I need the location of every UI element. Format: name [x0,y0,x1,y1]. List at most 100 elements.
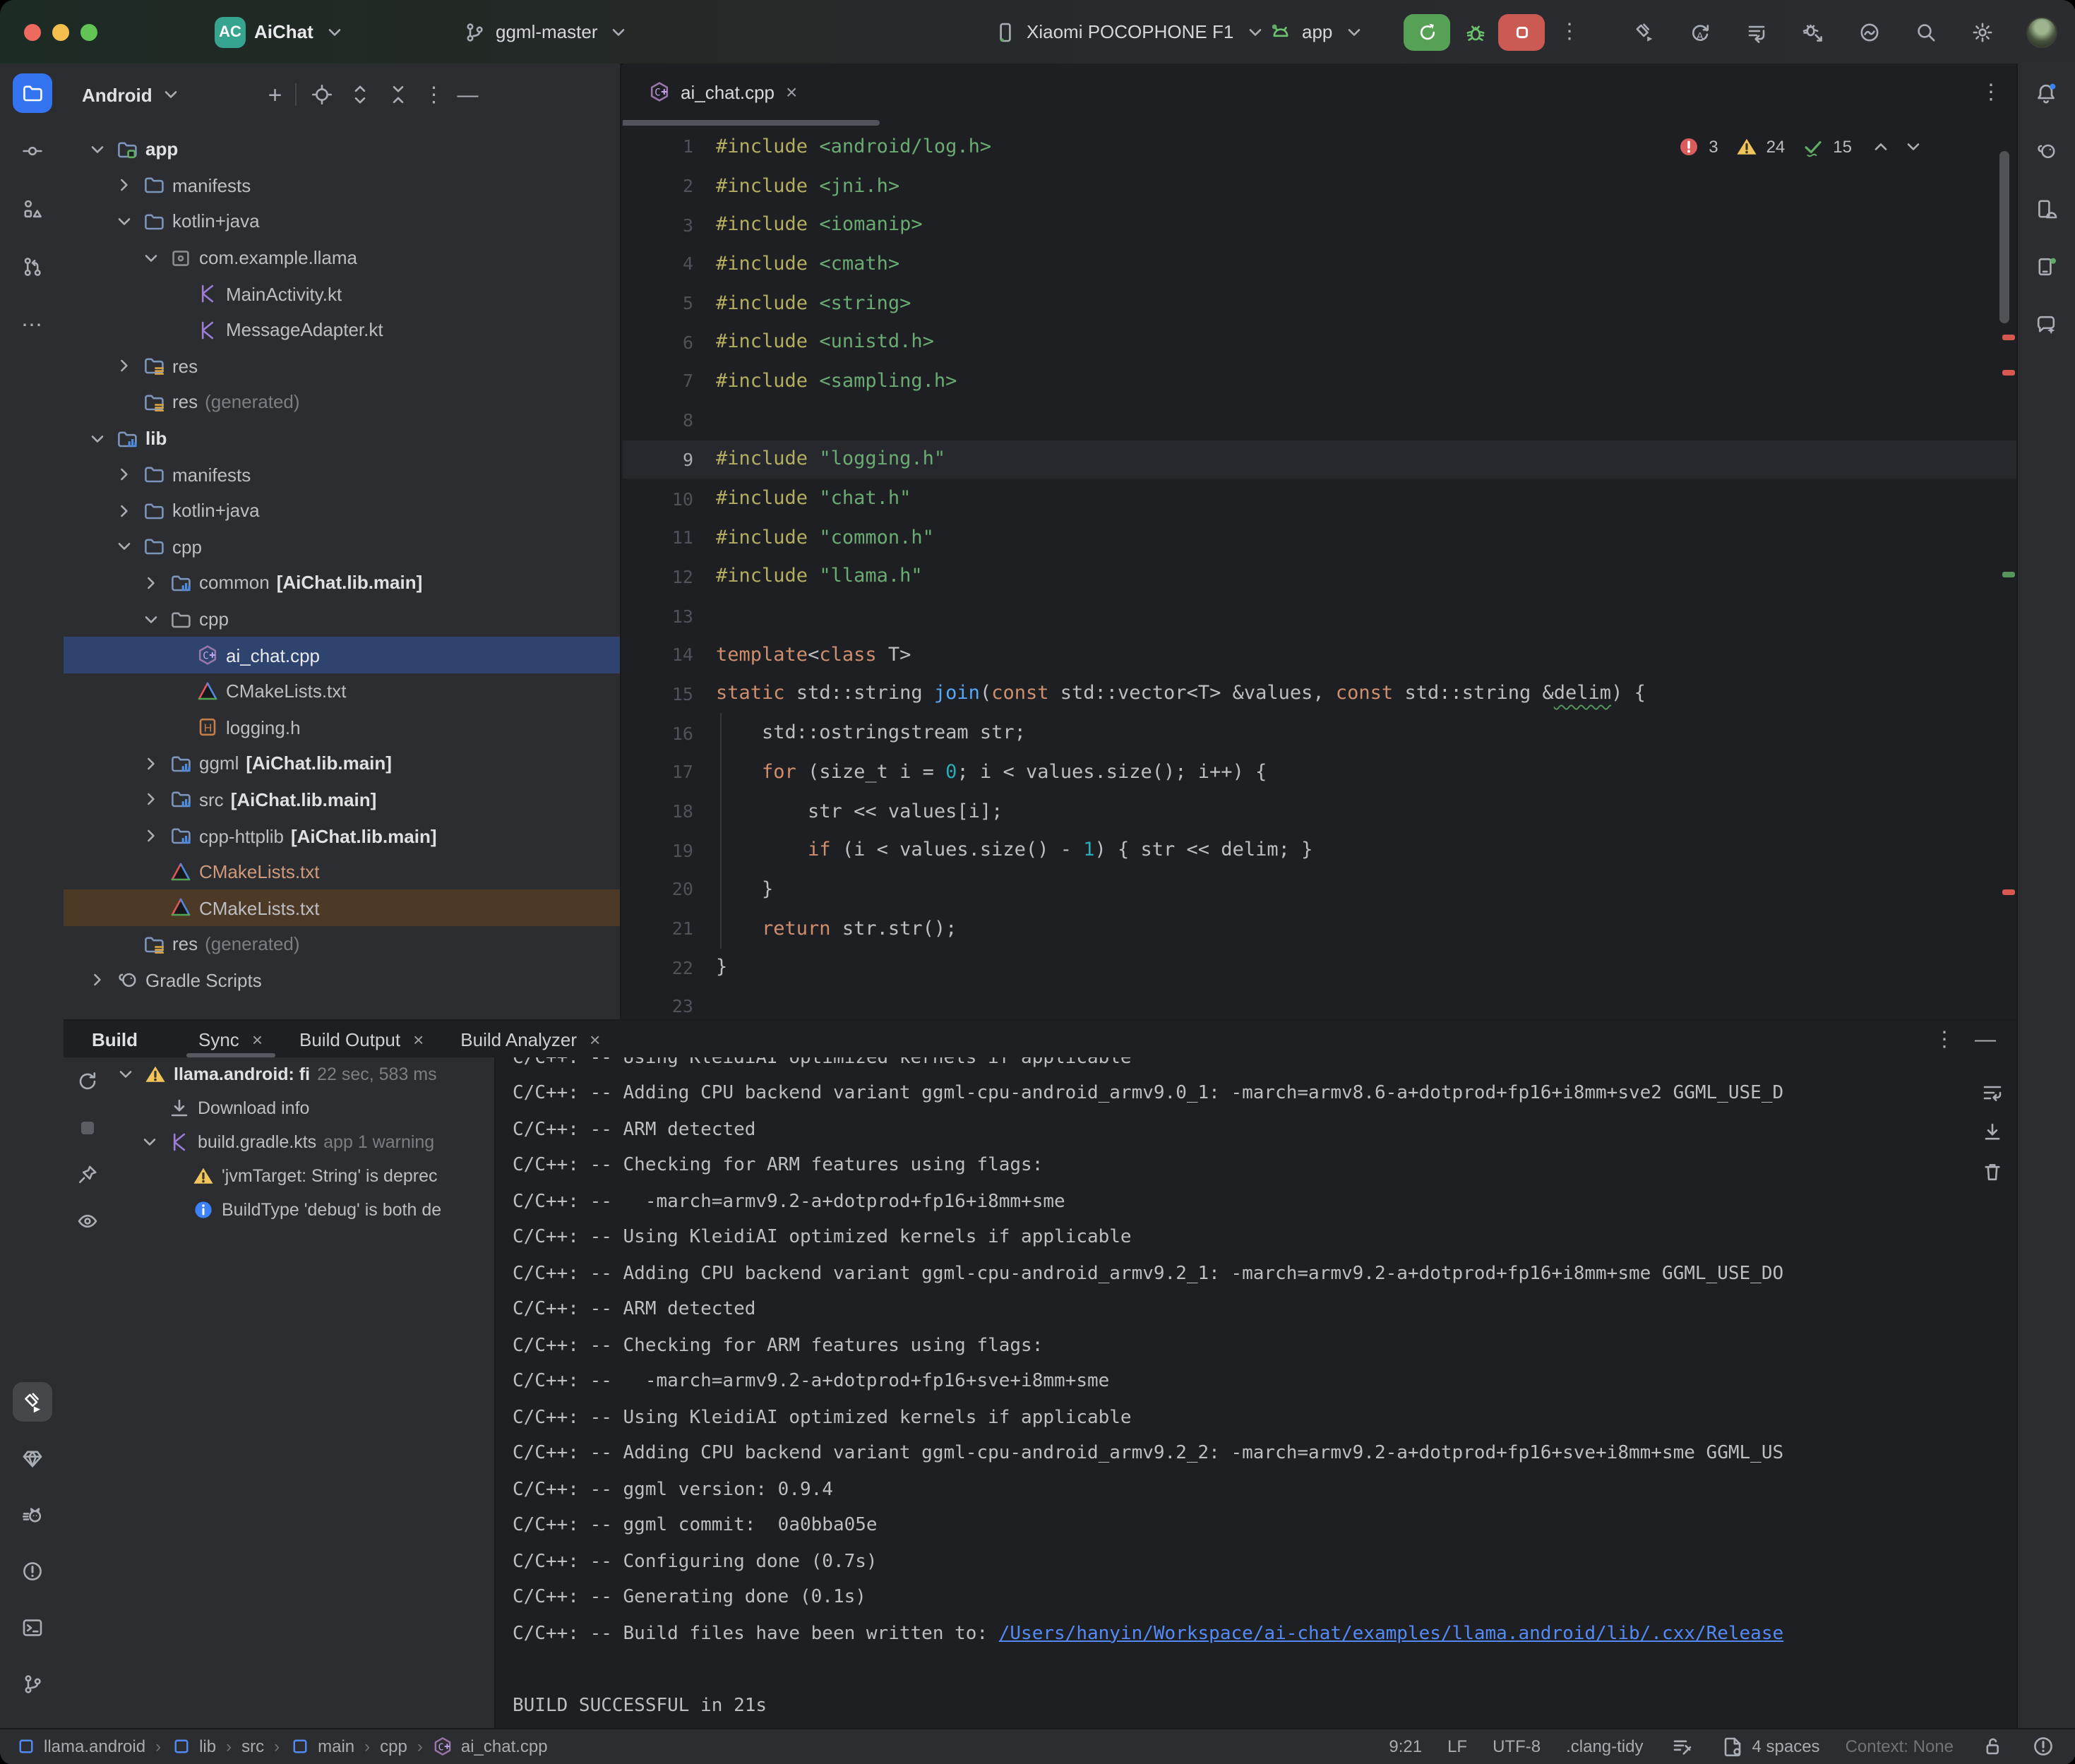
build-console[interactable]: C/C++: -- Using KleidiAI optimized kerne… [496,1057,2016,1729]
build-project-button[interactable] [1630,19,1656,44]
project-options-kebab[interactable]: ⋮ [424,84,445,105]
code-line-12[interactable]: 12#include "llama.h" [623,557,2016,596]
tree-item-res[interactable]: res(generated) [64,926,620,962]
chevron-down-icon[interactable] [86,427,109,450]
line-number[interactable]: 4 [623,253,716,275]
tree-item-mainactivity-kt[interactable]: MainActivity.kt [64,276,620,312]
search-everywhere-button[interactable] [1913,19,1938,44]
settings-button[interactable] [1969,19,1995,44]
line-number[interactable]: 15 [623,683,716,704]
line-number[interactable]: 22 [623,957,716,978]
code-line-21[interactable]: 21 return str.str(); [623,909,2016,948]
event-log-icon[interactable] [2030,1734,2055,1759]
code-line-8[interactable]: 8 [623,401,2016,440]
tree-item-src[interactable]: src[AiChat.lib.main] [64,781,620,817]
tree-item-buildtype-debug-is-both-de[interactable]: BuildType 'debug' is both de [64,1193,494,1227]
tree-item-ggml[interactable]: ggml[AiChat.lib.main] [64,745,620,781]
code-line-5[interactable]: 5#include <string> [623,284,2016,323]
select-opened-file-button[interactable] [309,82,335,107]
more-tool-windows-button[interactable]: ⋯ [12,305,52,344]
encoding-widget[interactable]: UTF-8 [1493,1736,1541,1756]
add-file-button[interactable]: + [268,83,282,107]
chevron-right-icon[interactable] [113,463,136,486]
run-config-selector[interactable]: app [1268,0,1366,64]
tree-item-cmakelists-txt[interactable]: CMakeLists.txt [64,854,620,890]
chevron-down-icon[interactable] [86,138,109,161]
tree-item-build-gradle-kts[interactable]: build.gradle.ktsapp 1 warning [64,1125,494,1159]
line-number[interactable]: 6 [623,332,716,353]
code-line-23[interactable]: 23 [623,987,2016,1019]
line-number[interactable]: 16 [623,722,716,743]
line-number[interactable]: 2 [623,175,716,196]
line-number[interactable]: 12 [623,566,716,587]
code-line-6[interactable]: 6#include <unistd.h> [623,323,2016,361]
logcat-tool-button[interactable] [12,1494,52,1534]
build-tool-button[interactable] [12,1381,52,1421]
tree-item-cpp-httplib[interactable]: cpp-httplib[AiChat.lib.main] [64,818,620,854]
build-options-kebab[interactable]: ⋮ [1934,1028,1955,1050]
code-line-18[interactable]: 18 str << values[i]; [623,791,2016,830]
debug-app-button[interactable] [1463,19,1488,44]
chevron-down-icon[interactable] [138,1131,161,1153]
error-stripe-mark[interactable] [2002,370,2014,375]
scroll-to-end-button[interactable] [1979,1120,2004,1145]
version-control-tool-button[interactable] [12,1664,52,1703]
close-tab-icon[interactable]: × [413,1028,424,1050]
line-number[interactable]: 20 [623,879,716,900]
code-line-16[interactable]: 16 std::ostringstream str; [623,714,2016,752]
chevron-right-icon[interactable] [86,969,109,992]
close-tab-icon[interactable]: × [590,1028,600,1050]
tree-item-lib[interactable]: lib [64,421,620,457]
problems-tool-button[interactable] [12,1551,52,1590]
close-tab-icon[interactable]: × [252,1028,263,1050]
editor-options-kebab[interactable]: ⋮ [1980,81,2002,102]
context-widget[interactable]: Context: None [1846,1736,1954,1756]
close-tab-icon[interactable]: × [786,80,797,103]
tree-item-common[interactable]: common[AiChat.lib.main] [64,565,620,601]
next-problem-button[interactable] [1900,134,1925,160]
user-avatar[interactable] [2026,16,2057,47]
error-stripe-mark[interactable] [2002,335,2014,340]
line-number[interactable]: 23 [623,996,716,1017]
hide-panel-button[interactable]: — [458,84,479,105]
error-stripe-mark[interactable] [2002,889,2014,894]
tree-item-download-info[interactable]: Download info [64,1091,494,1125]
build-tab-sync[interactable]: Sync × [180,1021,281,1057]
stop-app-button[interactable] [1498,13,1545,50]
expand-all-button[interactable] [347,82,373,107]
tree-item--jvmtarget-string-is-deprec[interactable]: 'jvmTarget: String' is deprec [64,1159,494,1193]
collapse-all-button[interactable] [385,82,411,107]
line-number[interactable]: 13 [623,605,716,626]
clear-console-button[interactable] [1979,1159,2004,1184]
tree-item-logging-h[interactable]: Hlogging.h [64,709,620,745]
soft-wrap-button[interactable] [1979,1080,2004,1105]
chevron-right-icon[interactable] [140,752,162,775]
project-widget[interactable]: AC AiChat [215,0,347,64]
build-tab-build-analyzer[interactable]: Build Analyzer × [442,1021,618,1057]
lock-icon[interactable] [1979,1734,2004,1759]
chevron-down-icon[interactable] [140,608,162,630]
line-number[interactable]: 19 [623,839,716,860]
tree-item-manifests[interactable]: manifests [64,167,620,203]
code-line-19[interactable]: 19 if (i < values.size() - 1) { str << d… [623,831,2016,870]
breadcrumb-cpp[interactable]: cpp [380,1736,407,1756]
chevron-right-icon[interactable] [113,174,136,197]
breadcrumb-ai-chat-cpp[interactable]: Cai_chat.cpp [433,1736,548,1757]
chevron-right-icon[interactable] [140,572,162,594]
gradle-tool-button[interactable] [2026,131,2066,171]
line-number[interactable]: 10 [623,488,716,509]
tree-item-res[interactable]: res [64,348,620,384]
tree-item-kotlin-java[interactable]: kotlin+java [64,493,620,529]
tree-item-cpp[interactable]: cpp [64,529,620,565]
code-line-20[interactable]: 20 } [623,870,2016,908]
indent-widget[interactable]: 4 spaces [1720,1734,1820,1759]
tree-item-cmakelists-txt[interactable]: CMakeLists.txt [64,890,620,926]
attach-debugger-button[interactable] [1800,19,1825,44]
previous-problem-button[interactable] [1867,134,1893,160]
line-number[interactable]: 18 [623,800,716,822]
inspections-widget[interactable]: 3 24 15 [1676,134,1925,160]
formatter-icon[interactable] [1669,1734,1694,1759]
chevron-down-icon[interactable] [113,536,136,558]
line-number[interactable]: 11 [623,527,716,548]
code-line-22[interactable]: 22} [623,948,2016,987]
